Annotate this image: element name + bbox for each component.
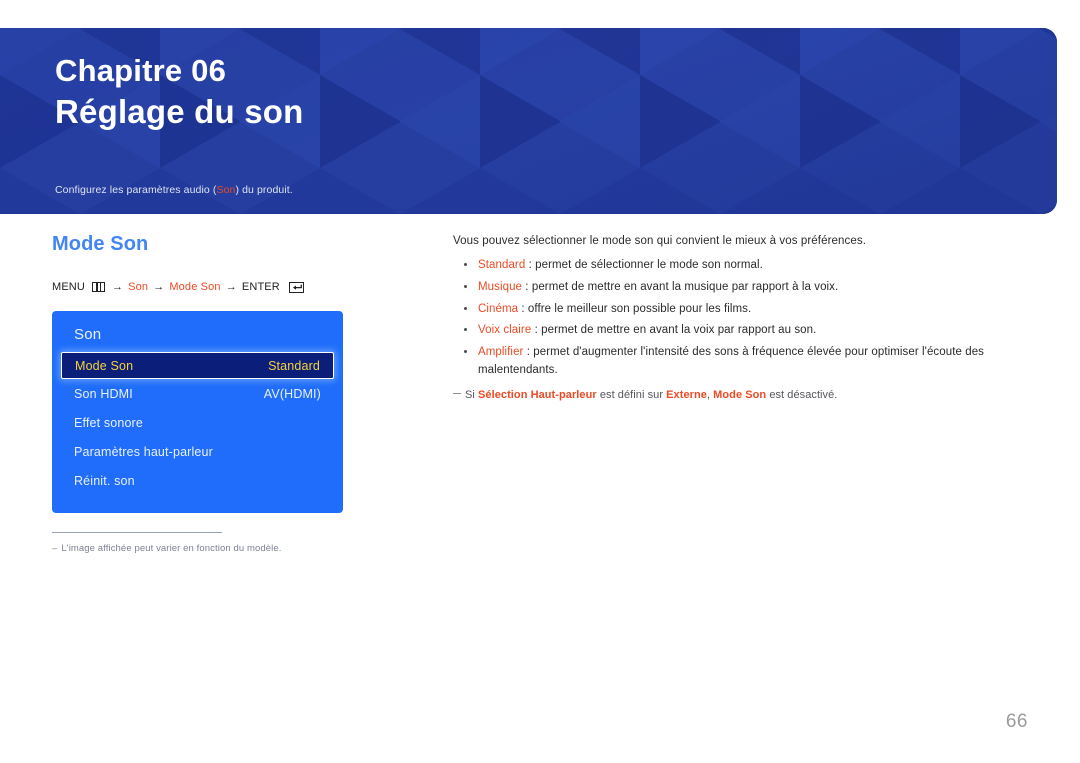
option-description: : permet de mettre en avant la musique p… [522,280,839,293]
osd-row-mode-son[interactable]: Mode Son Standard [61,352,334,379]
intro-paragraph: Vous pouvez sélectionner le mode son qui… [453,235,866,247]
menu-path-menu-label: MENU [52,281,85,293]
osd-row-parametres-haut-parleur[interactable]: Paramètres haut-parleur [52,437,343,466]
list-item-amplifier: Amplifier : permet d'augmenter l'intensi… [453,343,993,380]
menu-navigation-path: MENU → Son → Mode Son → ENTER [52,281,412,293]
osd-menu-screenshot: Son Mode Son Standard Son HDMI AV(HDMI) … [52,311,343,513]
osd-row-label: Mode Son [75,358,134,373]
left-footnote-block: – L'image affichée peut varier en fonctio… [52,532,412,554]
menu-path-arrow-2: → [153,281,165,293]
osd-title: Son [74,326,102,343]
footnote-body: L'image affichée peut varier en fonction… [61,543,282,554]
note-keyword-selection-haut-parleur: Sélection Haut-parleur [478,389,597,401]
menu-path-step-son: Son [128,281,149,293]
chapter-subtitle: Configurez les paramètres audio (Son) du… [55,184,293,196]
chapter-subtitle-suffix: ) du produit. [235,184,293,196]
osd-row-effet-sonore[interactable]: Effet sonore [52,408,343,437]
note-part-1: Si [465,389,479,401]
option-description: : permet de sélectionner le mode son nor… [525,259,763,272]
menu-path-step-mode-son: Mode Son [169,281,221,293]
osd-row-label: Son HDMI [74,386,133,401]
option-description: : permet de mettre en avant la voix par … [531,324,817,337]
document-page: Chapitre 06 Réglage du son Configurez le… [0,0,1080,763]
section-title: Mode Son [52,233,149,255]
menu-grid-icon [92,282,105,292]
osd-row-value: Standard [268,358,320,373]
option-term: Amplifier [478,345,524,358]
note-keyword-mode-son: Mode Son [713,389,767,401]
list-item-standard: Standard : permet de sélectionner le mod… [453,256,993,275]
chapter-header-banner: Chapitre 06 Réglage du son Configurez le… [0,28,1057,214]
osd-row-label: Effet sonore [74,415,143,430]
osd-menu-list: Mode Son Standard Son HDMI AV(HDMI) Effe… [52,352,343,495]
list-item-musique: Musique : permet de mettre en avant la m… [453,278,993,297]
list-item-voix-claire: Voix claire : permet de mettre en avant … [453,321,993,340]
note-speaker-select: Si Sélection Haut-parleur est défini sur… [453,387,993,404]
osd-row-label: Réinit. son [74,473,135,488]
chapter-title: Réglage du son [55,92,304,130]
osd-row-son-hdmi[interactable]: Son HDMI AV(HDMI) [52,379,343,408]
chapter-heading-group: Chapitre 06 Réglage du son [55,52,304,132]
option-term: Cinéma [478,302,519,315]
osd-row-value: AV(HDMI) [263,386,321,401]
note-keyword-externe: Externe [666,389,707,401]
footnote-dash: – [52,543,58,554]
right-column: Vous pouvez sélectionner le mode son qui… [453,233,993,404]
sound-mode-options-list: Standard : permet de sélectionner le mod… [453,256,993,380]
list-item-cinema: Cinéma : offre le meilleur son possible … [453,300,993,319]
footnote-divider [52,532,222,533]
left-column: Mode Son MENU → Son → Mode Son → ENTER S… [52,232,412,513]
chapter-number: Chapitre 06 [55,53,227,88]
chapter-subtitle-keyword: Son [216,184,236,196]
option-term: Voix claire [478,324,532,337]
osd-row-reinit-son[interactable]: Réinit. son [52,466,343,495]
note-part-4: est désactivé. [766,389,838,401]
menu-path-arrow-3: → [225,281,237,293]
menu-path-enter-label: ENTER [241,281,280,293]
option-description: : permet d'augmenter l'intensité des son… [478,345,985,377]
note-part-2: est défini sur [596,389,667,401]
osd-row-label: Paramètres haut-parleur [74,444,213,459]
enter-key-icon [288,281,304,293]
option-term: Musique [478,280,523,293]
menu-path-arrow-1: → [112,281,124,293]
option-description: : offre le meilleur son possible pour le… [518,302,752,315]
chapter-subtitle-prefix: Configurez les paramètres audio ( [55,184,217,196]
page-number: 66 [1005,711,1028,732]
footnote-text: – L'image affichée peut varier en fonctio… [52,543,412,554]
option-term: Standard [478,259,526,272]
